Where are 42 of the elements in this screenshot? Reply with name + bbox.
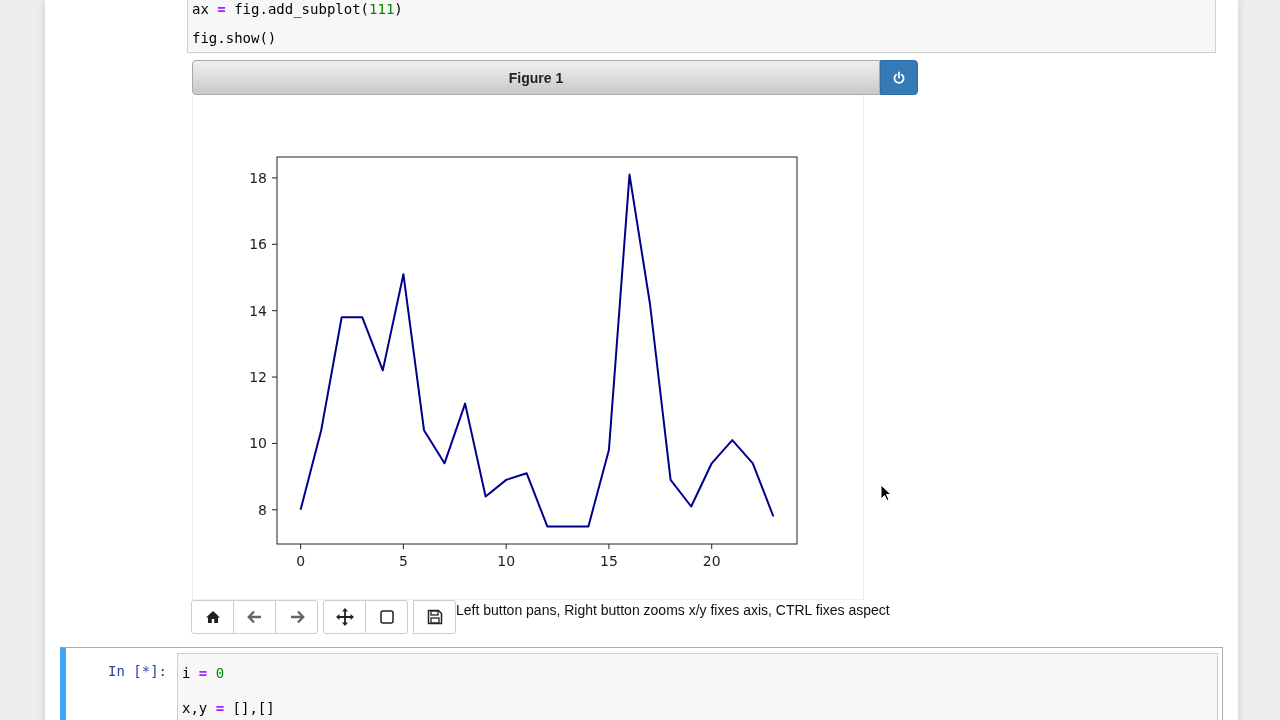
forward-button[interactable] xyxy=(275,600,318,634)
left-arrow-icon xyxy=(246,610,263,624)
selected-cell[interactable]: In [*]: i = 0 x,y = [],[] xyxy=(60,647,1223,720)
square-icon xyxy=(379,610,394,624)
x-tick-label: 10 xyxy=(497,553,516,569)
x-tick-label: 20 xyxy=(702,553,721,569)
home-button[interactable] xyxy=(191,600,234,634)
tick-mark xyxy=(402,543,404,550)
mouse-cursor-icon xyxy=(880,484,892,502)
y-tick-label: 18 xyxy=(249,169,267,186)
code-input[interactable]: i = 0 x,y = [],[] xyxy=(177,653,1218,720)
x-tick-label: 0 xyxy=(296,553,306,569)
close-figure-button[interactable] xyxy=(880,60,918,95)
tick-mark xyxy=(271,376,278,378)
tick-mark xyxy=(608,543,610,550)
y-tick-label: 8 xyxy=(258,501,267,518)
zoom-button[interactable] xyxy=(365,600,408,634)
power-icon xyxy=(892,70,906,85)
right-arrow-icon xyxy=(288,610,305,624)
y-tick-label: 10 xyxy=(249,435,267,452)
tick-mark xyxy=(505,543,507,550)
y-tick-label: 16 xyxy=(249,236,267,253)
move-arrows-icon xyxy=(335,608,354,626)
tick-mark xyxy=(271,310,278,312)
tick-mark xyxy=(271,442,278,444)
save-button[interactable] xyxy=(413,600,456,634)
toolbar-message: Left button pans, Right button zooms x/y fixes axis, CTRL fixes aspect xyxy=(456,602,890,618)
tick-mark xyxy=(271,177,278,179)
back-button[interactable] xyxy=(233,600,276,634)
home-icon xyxy=(204,610,221,624)
y-tick-label: 12 xyxy=(249,369,267,386)
tick-mark xyxy=(300,543,302,550)
y-tick-label: 14 xyxy=(249,302,267,319)
x-tick-label: 5 xyxy=(398,553,408,569)
tick-mark xyxy=(271,509,278,511)
code-input[interactable]: ax = fig.add_subplot(111) fig.show() xyxy=(187,0,1216,53)
pan-button[interactable] xyxy=(323,600,366,634)
tick-mark xyxy=(271,243,278,245)
cell-prompt: In [*]: xyxy=(107,662,168,679)
figure-title-bar: Figure 1 xyxy=(192,60,880,95)
tick-mark xyxy=(711,543,713,550)
x-tick-label: 15 xyxy=(600,553,618,569)
